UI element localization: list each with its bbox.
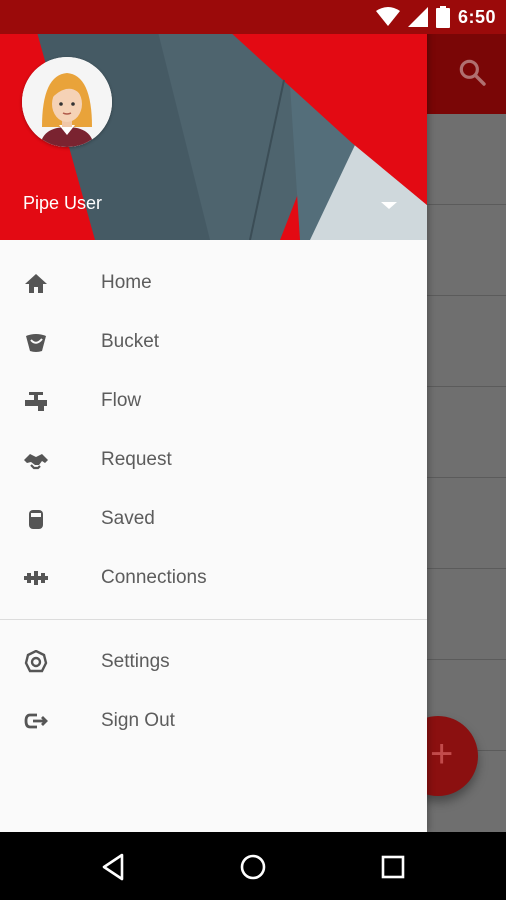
jar-icon: [29, 510, 43, 529]
menu-item-label: Saved: [101, 508, 155, 529]
drawer-header: Pipe User: [0, 0, 427, 240]
home-icon: [25, 274, 47, 293]
navigation-drawer: Pipe User Home Bucket Flow Request Saved…: [0, 0, 427, 832]
primary-menu: Home Bucket Flow Request Saved Connectio…: [0, 253, 427, 607]
menu-item-label: Sign Out: [101, 710, 175, 731]
recents-icon[interactable]: [376, 850, 410, 884]
list-divider: [427, 659, 506, 660]
menu-item-sign-out[interactable]: Sign Out: [0, 691, 427, 750]
menu-item-label: Bucket: [101, 331, 160, 352]
home-circle-icon[interactable]: [236, 850, 270, 884]
menu-item-label: Request: [101, 449, 172, 470]
plus-icon: +: [430, 732, 454, 776]
avatar[interactable]: [22, 57, 112, 147]
handshake-icon: [24, 454, 48, 470]
status-bar: 6:50: [0, 0, 506, 34]
menu-item-connections[interactable]: Connections: [0, 548, 427, 607]
menu-item-label: Home: [101, 272, 152, 293]
menu-item-label: Flow: [101, 390, 142, 411]
menu-item-request[interactable]: Request: [0, 430, 427, 489]
list-divider: [427, 568, 506, 569]
clock: 6:50: [457, 6, 496, 27]
search-icon[interactable]: [456, 56, 488, 88]
back-icon[interactable]: [96, 850, 130, 884]
system-navigation-bar: [0, 832, 506, 900]
menu-divider: [0, 619, 427, 620]
menu-item-home[interactable]: Home: [0, 253, 427, 312]
list-divider: [427, 386, 506, 387]
bucket-icon: [26, 334, 46, 352]
user-name: Pipe User: [23, 193, 103, 213]
list-divider: [427, 204, 506, 205]
menu-item-saved[interactable]: Saved: [0, 489, 427, 548]
list-divider: [427, 477, 506, 478]
dropdown-arrow-icon[interactable]: [378, 198, 400, 212]
gear-icon: [24, 650, 48, 673]
signal-icon: [407, 7, 428, 27]
pipe-connector-icon: [24, 571, 48, 585]
user-avatar-illustration: [22, 57, 112, 147]
faucet-icon: [25, 392, 47, 411]
list-divider: [427, 295, 506, 296]
menu-item-settings[interactable]: Settings: [0, 632, 427, 691]
wifi-icon: [375, 7, 400, 26]
secondary-menu: Settings Sign Out: [0, 632, 427, 750]
menu-item-flow[interactable]: Flow: [0, 371, 427, 430]
sign-out-icon: [24, 713, 48, 729]
battery-icon: [435, 6, 450, 28]
menu-item-bucket[interactable]: Bucket: [0, 312, 427, 371]
menu-item-label: Settings: [101, 651, 170, 672]
menu-item-label: Connections: [101, 567, 207, 588]
